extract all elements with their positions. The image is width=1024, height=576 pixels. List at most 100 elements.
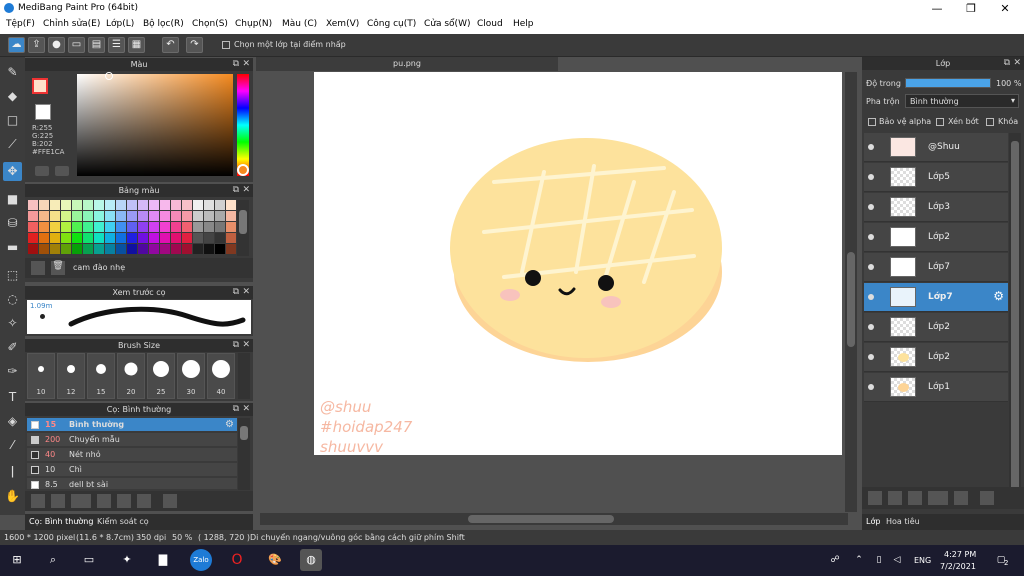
lock-checkbox[interactable] xyxy=(986,118,994,126)
task-view-icon[interactable]: ▭ xyxy=(78,549,100,571)
brush-list-scrollbar[interactable] xyxy=(238,418,250,490)
dropper-icon[interactable]: ǀ xyxy=(3,462,22,481)
palette-swatch[interactable] xyxy=(160,211,170,221)
new-palette-icon[interactable] xyxy=(31,261,45,275)
brush-dropdown-icon[interactable] xyxy=(71,494,91,508)
duplicate-layer-icon[interactable] xyxy=(980,491,994,505)
palette-swatch[interactable] xyxy=(149,211,159,221)
palette-swatch[interactable] xyxy=(171,233,181,243)
foreground-color-swatch[interactable] xyxy=(32,78,48,94)
menu-capture[interactable]: Chụp(N) xyxy=(235,19,272,29)
saturation-value-picker[interactable] xyxy=(77,74,233,176)
popout-icon[interactable]: ⧉ xyxy=(233,286,239,299)
magic-wand-icon[interactable]: ✧ xyxy=(3,314,22,333)
eye-icon[interactable] xyxy=(868,294,874,300)
palette-swatch[interactable] xyxy=(39,244,49,254)
background-color-swatch[interactable] xyxy=(35,104,51,120)
brush-size-12[interactable]: 12 xyxy=(57,353,85,399)
close-icon[interactable]: ✕ xyxy=(242,339,250,352)
palette-grid[interactable] xyxy=(28,200,247,256)
palette-swatch[interactable] xyxy=(72,244,82,254)
document-icon[interactable]: ▤ xyxy=(88,37,105,53)
palette-swatch[interactable] xyxy=(94,244,104,254)
palette-swatch[interactable] xyxy=(182,200,192,210)
palette-swatch[interactable] xyxy=(127,211,137,221)
close-icon[interactable]: ✕ xyxy=(1013,57,1021,70)
document-tab[interactable]: pu.png xyxy=(256,57,558,71)
notification-icon[interactable]: ▢ xyxy=(990,549,1012,571)
palette-swatch[interactable] xyxy=(193,200,203,210)
layer-row[interactable]: Lớp3 xyxy=(864,193,1008,222)
palette-scrollbar[interactable] xyxy=(237,200,249,256)
layer-scrollbar[interactable] xyxy=(1009,133,1021,503)
zalo-icon[interactable]: Zalo xyxy=(190,549,212,571)
palette-swatch[interactable] xyxy=(83,211,93,221)
minimize-button[interactable]: — xyxy=(920,0,954,17)
layer-row[interactable]: Lớp2 xyxy=(864,313,1008,342)
palette-swatch[interactable] xyxy=(226,222,236,232)
brush-item[interactable]: 15 Bình thường ⚙ xyxy=(27,418,237,432)
vertical-scroll-thumb[interactable] xyxy=(847,252,855,347)
palette-swatch[interactable] xyxy=(94,233,104,243)
file-explorer-icon[interactable]: ▇ xyxy=(152,549,174,571)
palette-swatch[interactable] xyxy=(72,211,82,221)
palette-swatch[interactable] xyxy=(28,244,38,254)
palette-swatch[interactable] xyxy=(149,222,159,232)
palette-swatch[interactable] xyxy=(160,233,170,243)
brush-size-40[interactable]: 40 xyxy=(207,353,235,399)
hue-handle[interactable] xyxy=(237,164,249,176)
palette-swatch[interactable] xyxy=(138,222,148,232)
eye-icon[interactable] xyxy=(868,384,874,390)
popout-icon[interactable]: ⧉ xyxy=(233,403,239,416)
palette-swatch[interactable] xyxy=(105,233,115,243)
folder-icon[interactable] xyxy=(954,491,968,505)
select-eraser-icon[interactable]: ✑ xyxy=(3,362,22,381)
palette-swatch[interactable] xyxy=(204,200,214,210)
new-1bit-layer-icon[interactable] xyxy=(908,491,922,505)
gear-icon[interactable]: ⚙ xyxy=(993,289,1004,303)
eye-icon[interactable] xyxy=(868,144,874,150)
brush-tool-icon[interactable]: ✎ xyxy=(3,63,22,82)
palette-swatch[interactable] xyxy=(171,244,181,254)
palette-swatch[interactable] xyxy=(116,200,126,210)
palette-swatch[interactable] xyxy=(72,233,82,243)
move-tool-icon[interactable]: ✥ xyxy=(3,162,22,181)
hue-slider[interactable] xyxy=(237,74,249,176)
brush-item[interactable]: 8.5 dell bt sài xyxy=(27,478,237,490)
palette-swatch[interactable] xyxy=(138,211,148,221)
copy-icon[interactable] xyxy=(137,494,151,508)
palette-swatch[interactable] xyxy=(193,244,203,254)
medibang-taskbar-icon[interactable]: ◍ xyxy=(300,549,322,571)
palette-swatch[interactable] xyxy=(116,233,126,243)
paint-palette-icon[interactable]: 🎨 xyxy=(264,549,286,571)
palette-swatch[interactable] xyxy=(50,233,60,243)
palette-swatch[interactable] xyxy=(226,200,236,210)
line-tool-icon[interactable]: ⟋ xyxy=(3,135,22,154)
palette-swatch[interactable] xyxy=(83,200,93,210)
palette-swatch[interactable] xyxy=(204,211,214,221)
palette-swatch[interactable] xyxy=(50,211,60,221)
palette-swatch[interactable] xyxy=(226,233,236,243)
palette-swatch[interactable] xyxy=(226,244,236,254)
eye-icon[interactable] xyxy=(868,234,874,240)
palette-swatch[interactable] xyxy=(138,200,148,210)
brush-size-20[interactable]: 20 xyxy=(117,353,145,399)
palette-swatch[interactable] xyxy=(127,233,137,243)
menu-tools[interactable]: Công cụ(T) xyxy=(367,19,416,29)
menu-filter[interactable]: Bộ lọc(R) xyxy=(143,19,184,29)
palette-swatch[interactable] xyxy=(193,233,203,243)
palette-swatch[interactable] xyxy=(116,222,126,232)
eye-icon[interactable] xyxy=(868,264,874,270)
palette-swatch[interactable] xyxy=(116,244,126,254)
text-tool-icon[interactable]: T xyxy=(3,388,22,407)
menu-file[interactable]: Tệp(F) xyxy=(6,19,35,29)
close-button[interactable]: ✕ xyxy=(988,0,1022,17)
brush-size-25[interactable]: 25 xyxy=(147,353,175,399)
close-icon[interactable]: ✕ xyxy=(242,58,250,71)
brush-item[interactable]: 10 Chì xyxy=(27,463,237,477)
hand-tool-icon[interactable]: ✋ xyxy=(3,487,22,506)
palette-swatch[interactable] xyxy=(215,211,225,221)
eye-icon[interactable] xyxy=(868,324,874,330)
brush-size-scrollbar[interactable] xyxy=(238,353,250,399)
menu-cloud[interactable]: Cloud xyxy=(477,19,503,29)
